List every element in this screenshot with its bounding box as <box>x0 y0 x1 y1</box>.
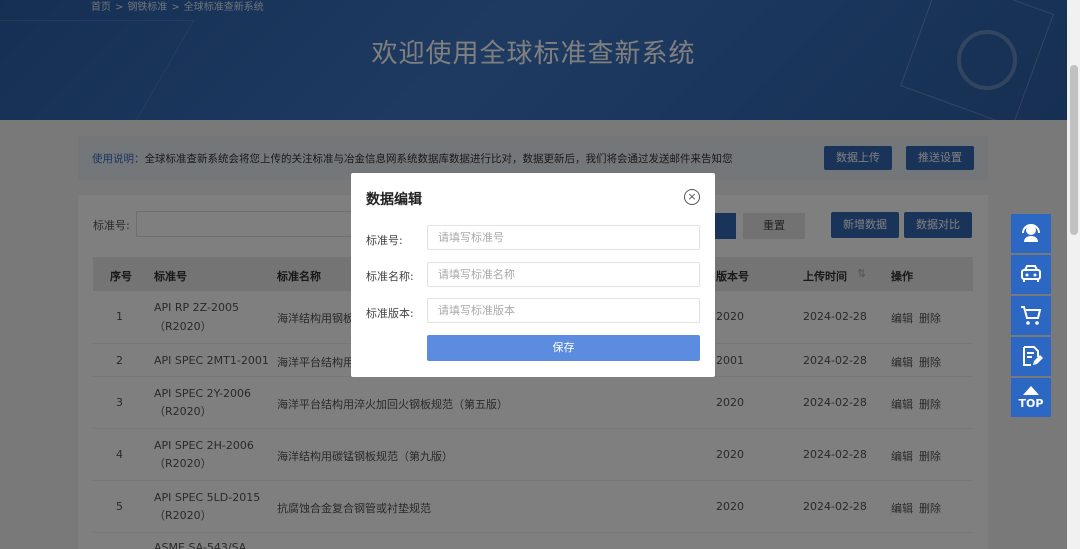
page-scrollbar[interactable] <box>1067 0 1080 549</box>
customer-service-icon[interactable] <box>1011 214 1051 253</box>
standard-name-field[interactable] <box>427 262 700 287</box>
car-icon[interactable] <box>1011 255 1051 294</box>
scrollbar-thumb[interactable] <box>1070 65 1078 235</box>
standard-number-field-label: 标准号: <box>366 234 403 247</box>
back-to-top-label: TOP <box>1018 397 1044 410</box>
standard-number-field[interactable] <box>427 225 700 250</box>
dialog-title: 数据编辑 <box>366 192 422 208</box>
data-edit-dialog: 数据编辑 × 标准号: 标准名称: 标准版本: 保存 <box>351 173 715 377</box>
standard-version-field[interactable] <box>427 298 700 323</box>
save-button[interactable]: 保存 <box>427 335 700 361</box>
close-icon[interactable]: × <box>684 189 700 205</box>
standard-version-field-label: 标准版本: <box>366 307 414 320</box>
standard-name-field-label: 标准名称: <box>366 270 414 283</box>
cart-icon[interactable] <box>1011 296 1051 335</box>
back-to-top-icon[interactable]: TOP <box>1011 378 1051 417</box>
edit-document-icon[interactable] <box>1011 337 1051 376</box>
